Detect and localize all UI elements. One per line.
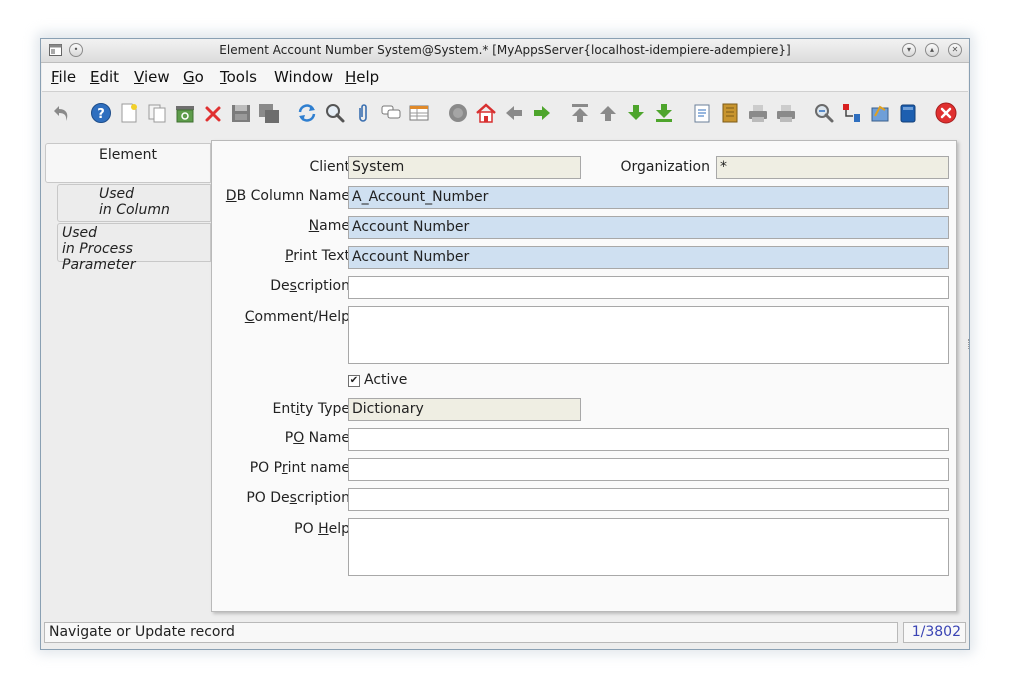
minimize-icon[interactable]: ▾ — [902, 43, 916, 57]
db-column-name-label: DB Column Name — [225, 188, 350, 204]
save-icon[interactable] — [230, 102, 252, 124]
organization-field[interactable]: * — [716, 156, 949, 179]
undo-icon[interactable] — [51, 102, 73, 124]
product-info-icon[interactable] — [897, 102, 919, 124]
entity-type-field[interactable]: Dictionary — [348, 398, 581, 421]
comment-help-field[interactable] — [348, 306, 949, 364]
po-name-label: PO Name — [284, 430, 350, 446]
archive-icon[interactable] — [174, 102, 196, 124]
entity-type-label: Entity Type — [272, 401, 351, 417]
db-column-name-field[interactable]: A_Account_Number — [348, 186, 949, 209]
archived-docs-icon[interactable] — [719, 102, 741, 124]
svg-text:?: ? — [97, 107, 105, 122]
menu-bar: File Edit View Go Tools Window Help — [42, 63, 968, 92]
zoom-across-icon[interactable] — [813, 102, 835, 124]
menu-file[interactable]: File — [51, 68, 76, 86]
last-record-icon[interactable] — [653, 102, 675, 124]
client-field[interactable]: System — [348, 156, 581, 179]
keep-above-icon[interactable]: • — [69, 43, 83, 57]
description-label: Description — [270, 278, 350, 294]
menu-help[interactable]: Help — [345, 68, 379, 86]
end-window-icon[interactable] — [935, 102, 957, 124]
close-window-icon[interactable]: ✕ — [948, 43, 962, 57]
po-print-name-label: PO Print name — [249, 460, 350, 476]
po-help-label: PO Help — [294, 521, 350, 537]
chat-icon[interactable] — [380, 102, 402, 124]
window-title: Element Account Number System@System.* [… — [219, 43, 791, 57]
status-message: Navigate or Update record — [44, 622, 898, 643]
tab-element[interactable]: Element — [45, 143, 211, 183]
po-help-field[interactable] — [348, 518, 949, 576]
attachment-icon[interactable] — [352, 102, 374, 124]
next-record-icon[interactable] — [625, 102, 647, 124]
menu-view[interactable]: View — [134, 68, 170, 86]
po-description-field[interactable] — [348, 488, 949, 511]
find-icon[interactable] — [324, 102, 346, 124]
title-bar[interactable]: • Element Account Number System@System.*… — [41, 39, 969, 63]
resize-grip[interactable] — [968, 339, 971, 349]
print-icon[interactable] — [775, 102, 797, 124]
tab-used-in-column-line1: Used — [99, 186, 135, 202]
name-label: Name — [308, 218, 350, 234]
name-field[interactable]: Account Number — [348, 216, 949, 239]
print-text-label: Print Text — [285, 248, 350, 264]
tab-used-in-process-parameter-line1: Used — [62, 225, 98, 241]
app-window: • Element Account Number System@System.*… — [40, 38, 970, 650]
new-record-icon[interactable] — [118, 102, 140, 124]
menu-tools[interactable]: Tools — [220, 68, 257, 86]
detail-record-icon[interactable] — [531, 102, 553, 124]
tab-element-label: Element — [99, 147, 157, 163]
tab-used-in-column[interactable]: Used in Column — [57, 184, 211, 222]
tab-list: Element Used in Column Used in Process P… — [45, 143, 211, 543]
tab-used-in-column-line2: in Column — [99, 202, 170, 218]
save-multi-icon[interactable] — [258, 102, 280, 124]
po-name-field[interactable] — [348, 428, 949, 451]
menu-window[interactable]: Window — [274, 68, 333, 86]
record-counter[interactable]: 1/3802 — [903, 622, 966, 643]
active-label: Active — [364, 372, 408, 388]
record-form: Client System Organization * DB Column N… — [211, 140, 957, 612]
maximize-icon[interactable]: ▴ — [925, 43, 939, 57]
client-label: Client — [309, 159, 350, 175]
organization-label: Organization — [620, 159, 710, 175]
tab-used-in-process-parameter-line2: in Process Parameter — [62, 241, 136, 273]
checkmark-icon: ✔ — [349, 375, 359, 386]
copy-record-icon[interactable] — [146, 102, 168, 124]
previous-record-icon[interactable] — [597, 102, 619, 124]
refresh-icon[interactable] — [296, 102, 318, 124]
request-icon[interactable] — [869, 102, 891, 124]
grid-toggle-icon[interactable] — [408, 102, 430, 124]
history-icon[interactable] — [447, 102, 469, 124]
po-print-name-field[interactable] — [348, 458, 949, 481]
delete-icon[interactable] — [202, 102, 224, 124]
first-record-icon[interactable] — [569, 102, 591, 124]
workflow-icon[interactable] — [841, 102, 863, 124]
description-field[interactable] — [348, 276, 949, 299]
tab-used-in-process-parameter[interactable]: Used in Process Parameter — [57, 223, 211, 273]
parent-record-icon[interactable] — [503, 102, 525, 124]
menu-go[interactable]: Go — [183, 68, 204, 86]
home-icon[interactable] — [475, 102, 497, 124]
print-text-field[interactable]: Account Number — [348, 246, 949, 269]
menu-edit[interactable]: Edit — [90, 68, 119, 86]
window-menu-icon[interactable] — [49, 44, 62, 56]
toolbar: ? — [42, 92, 968, 137]
report-icon[interactable] — [691, 102, 713, 124]
print-preview-icon[interactable] — [747, 102, 769, 124]
active-checkbox[interactable]: ✔ — [348, 375, 360, 387]
comment-help-label: Comment/Help — [244, 309, 350, 325]
help-icon[interactable]: ? — [90, 102, 112, 124]
po-description-label: PO Description — [246, 490, 350, 506]
